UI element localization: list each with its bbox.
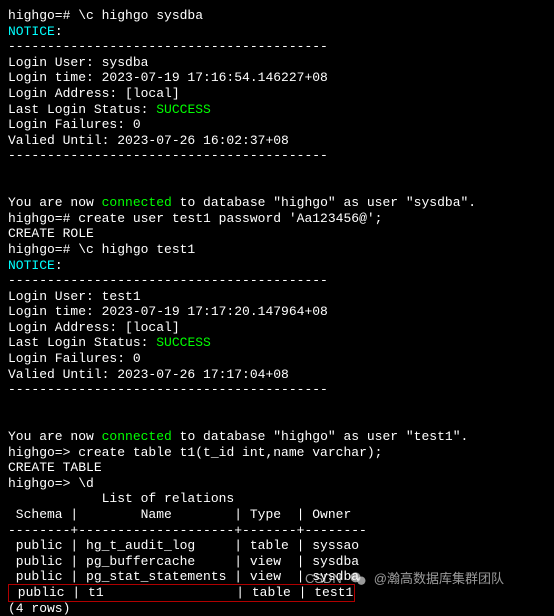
create-table-output: CREATE TABLE (8, 460, 546, 476)
watermark-team: @瀚高数据库集群团队 (374, 571, 504, 587)
terminal-line: NOTICE: (8, 258, 546, 274)
blank-line (8, 180, 546, 196)
blank-line (8, 164, 546, 180)
divider: ----------------------------------------… (8, 39, 546, 55)
psql-prompt: highgo=# (8, 242, 78, 257)
notice-label: NOTICE (8, 258, 55, 273)
cmd: create user test1 password 'Aa123456@'; (78, 211, 382, 226)
terminal-line: highgo=# create user test1 password 'Aa1… (8, 211, 546, 227)
cmd: \c highgo sysdba (78, 8, 203, 23)
connected-line: You are now connected to database "highg… (8, 429, 546, 445)
terminal-line: highgo=# \c highgo test1 (8, 242, 546, 258)
table-header: Schema | Name | Type | Owner (8, 507, 546, 523)
notice-label: NOTICE (8, 24, 55, 39)
terminal-line: highgo=> \d (8, 476, 546, 492)
cmd: create table t1(t_id int,name varchar); (78, 445, 382, 460)
success-label: SUCCESS (156, 102, 211, 117)
psql-prompt: highgo=> (8, 476, 78, 491)
valid-until: Valied Until: 2023-07-26 17:17:04+08 (8, 367, 546, 383)
create-role-output: CREATE ROLE (8, 226, 546, 242)
terminal-line: highgo=> create table t1(t_id int,name v… (8, 445, 546, 461)
divider: ----------------------------------------… (8, 148, 546, 164)
terminal-line: NOTICE: (8, 24, 546, 40)
success-label: SUCCESS (156, 335, 211, 350)
table-row: public | hg_t_audit_log | table | syssao (8, 538, 546, 554)
terminal-line: highgo=# \c highgo sysdba (8, 8, 546, 24)
watermark-csdn: CSDN (305, 571, 342, 587)
cmd: \c highgo test1 (78, 242, 195, 257)
login-time: Login time: 2023-07-19 17:17:20.147964+0… (8, 304, 546, 320)
divider: ----------------------------------------… (8, 273, 546, 289)
login-address: Login Address: [local] (8, 320, 546, 336)
login-failures: Login Failures: 0 (8, 117, 546, 133)
table-footer: (4 rows) (8, 601, 546, 616)
login-time: Login time: 2023-07-19 17:16:54.146227+0… (8, 70, 546, 86)
login-status: Last Login Status: SUCCESS (8, 102, 546, 118)
login-user: Login User: test1 (8, 289, 546, 305)
cmd: \d (78, 476, 94, 491)
blank-line (8, 413, 546, 429)
login-address: Login Address: [local] (8, 86, 546, 102)
blank-line (8, 398, 546, 414)
psql-prompt: highgo=# (8, 8, 78, 23)
watermark: CSDN @瀚高数据库集群团队 (305, 569, 504, 589)
valid-until: Valied Until: 2023-07-26 16:02:37+08 (8, 133, 546, 149)
connected-line: You are now connected to database "highg… (8, 195, 546, 211)
divider: ----------------------------------------… (8, 382, 546, 398)
table-title: List of relations (8, 491, 546, 507)
wechat-icon (348, 569, 368, 589)
table-row: public | pg_buffercache | view | sysdba (8, 554, 546, 570)
connected-word: connected (102, 429, 172, 444)
psql-prompt: highgo=# (8, 211, 78, 226)
table-separator: --------+--------------------+-------+--… (8, 523, 546, 539)
login-status: Last Login Status: SUCCESS (8, 335, 546, 351)
login-user: Login User: sysdba (8, 55, 546, 71)
login-failures: Login Failures: 0 (8, 351, 546, 367)
connected-word: connected (102, 195, 172, 210)
psql-prompt: highgo=> (8, 445, 78, 460)
